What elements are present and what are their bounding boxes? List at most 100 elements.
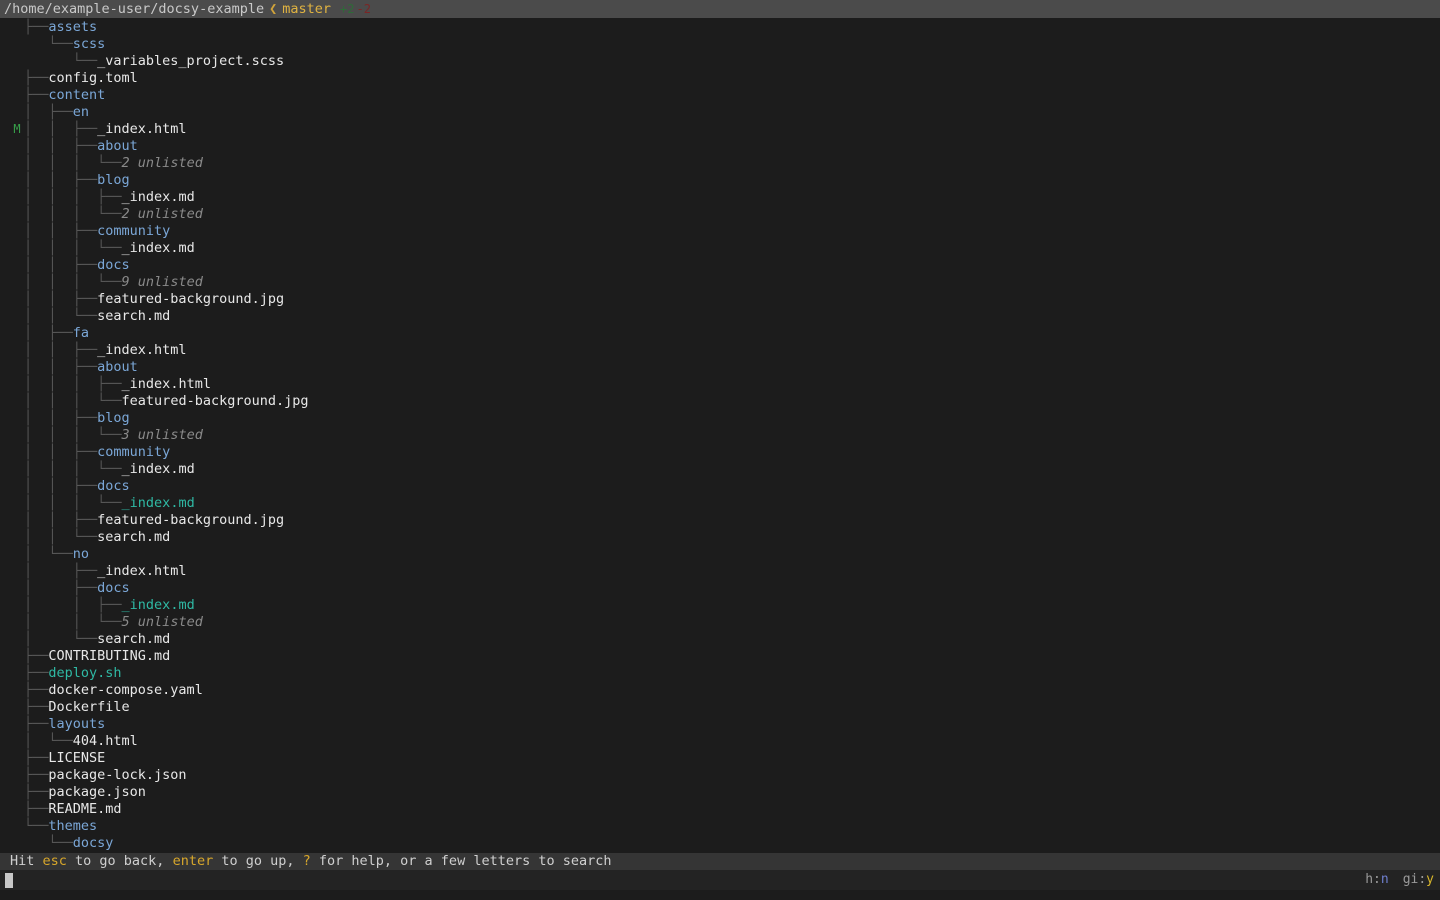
tree-row[interactable]: │ │ ├──docs [0, 478, 1440, 495]
tree-row[interactable]: │ │ ├──about [0, 359, 1440, 376]
tree-row[interactable]: │ │ ├──blog [0, 172, 1440, 189]
tree-file-name[interactable]: _index.md [122, 597, 195, 614]
file-tree[interactable]: ├──assets └──scss └──_variables_project.… [0, 18, 1440, 853]
tree-directory-name[interactable]: no [73, 546, 89, 563]
tree-row[interactable]: └──_variables_project.scss [0, 53, 1440, 70]
gitignore-flag-label[interactable]: gi: [1403, 872, 1426, 887]
tree-directory-name[interactable]: blog [97, 410, 130, 427]
tree-file-name[interactable]: package-lock.json [48, 767, 186, 784]
tree-row[interactable]: │ └──search.md [0, 631, 1440, 648]
tree-file-name[interactable]: 404.html [73, 733, 138, 750]
tree-row[interactable]: │ └──404.html [0, 733, 1440, 750]
tree-file-name[interactable]: _index.html [97, 121, 186, 138]
tree-row[interactable]: │ │ └──search.md [0, 529, 1440, 546]
tree-file-name[interactable]: LICENSE [48, 750, 105, 767]
tree-row[interactable]: │ │ ├──about [0, 138, 1440, 155]
tree-directory-name[interactable]: assets [48, 19, 97, 36]
search-input-bar[interactable]: h:n gi:y [0, 870, 1440, 890]
tree-directory-name[interactable]: docs [97, 257, 130, 274]
tree-unlisted-count[interactable]: 3 unlisted [122, 427, 203, 444]
tree-file-name[interactable]: CONTRIBUTING.md [48, 648, 170, 665]
tree-file-name[interactable]: search.md [97, 308, 170, 325]
tree-row[interactable]: │ ├──_index.html [0, 563, 1440, 580]
tree-row[interactable]: │ │ │ └──3 unlisted [0, 427, 1440, 444]
tree-row[interactable]: │ │ │ └──9 unlisted [0, 274, 1440, 291]
tree-row[interactable]: │ │ ├──_index.html [0, 342, 1440, 359]
tree-file-name[interactable]: search.md [97, 631, 170, 648]
tree-row[interactable]: │ └──no [0, 546, 1440, 563]
tree-file-name[interactable]: _index.html [122, 376, 211, 393]
tree-file-name[interactable]: package.json [48, 784, 146, 801]
tree-row[interactable]: ├──package-lock.json [0, 767, 1440, 784]
tree-row[interactable]: │ │ │ └──_index.md [0, 240, 1440, 257]
tree-row[interactable]: │ │ ├──community [0, 444, 1440, 461]
tree-unlisted-count[interactable]: 2 unlisted [122, 206, 203, 223]
tree-row[interactable]: │ │ ├──blog [0, 410, 1440, 427]
tree-directory-name[interactable]: docsy [73, 835, 114, 852]
tree-directory-name[interactable]: fa [73, 325, 89, 342]
tree-file-name[interactable]: featured-background.jpg [122, 393, 309, 410]
tree-directory-name[interactable]: docs [97, 478, 130, 495]
tree-unlisted-count[interactable]: 2 unlisted [122, 155, 203, 172]
tree-row[interactable]: │ │ │ ├──_index.md [0, 189, 1440, 206]
tree-row[interactable]: ├──layouts [0, 716, 1440, 733]
tree-row[interactable]: ├──CONTRIBUTING.md [0, 648, 1440, 665]
tree-file-name[interactable]: _index.html [97, 563, 186, 580]
tree-row[interactable]: │ │ │ └──2 unlisted [0, 206, 1440, 223]
tree-file-name[interactable]: search.md [97, 529, 170, 546]
tree-row[interactable]: │ │ │ └──_index.md [0, 461, 1440, 478]
tree-unlisted-count[interactable]: 5 unlisted [122, 614, 203, 631]
tree-row[interactable]: ├──Dockerfile [0, 699, 1440, 716]
tree-file-name[interactable]: deploy.sh [48, 665, 121, 682]
hidden-flag-value[interactable]: n [1381, 872, 1389, 887]
tree-file-name[interactable]: _index.html [97, 342, 186, 359]
tree-directory-name[interactable]: blog [97, 172, 130, 189]
tree-row[interactable]: ├──config.toml [0, 70, 1440, 87]
tree-row[interactable]: │ ├──fa [0, 325, 1440, 342]
tree-file-name[interactable]: _index.md [122, 461, 195, 478]
tree-row[interactable]: ├──LICENSE [0, 750, 1440, 767]
tree-file-name[interactable]: Dockerfile [48, 699, 129, 716]
tree-directory-name[interactable]: docs [97, 580, 130, 597]
tree-row[interactable]: └──themes [0, 818, 1440, 835]
tree-row[interactable]: ├──deploy.sh [0, 665, 1440, 682]
tree-row[interactable]: │ │ └──5 unlisted [0, 614, 1440, 631]
tree-file-name[interactable]: featured-background.jpg [97, 512, 284, 529]
tree-file-name[interactable]: featured-background.jpg [97, 291, 284, 308]
hidden-flag-label[interactable]: h: [1365, 872, 1381, 887]
tree-row[interactable]: │ │ ├──featured-background.jpg [0, 512, 1440, 529]
tree-row[interactable]: │ │ ├──docs [0, 257, 1440, 274]
tree-row[interactable]: │ │ │ └──2 unlisted [0, 155, 1440, 172]
tree-file-name[interactable]: config.toml [48, 70, 137, 87]
tree-directory-name[interactable]: en [73, 104, 89, 121]
tree-file-name[interactable]: _index.md [122, 495, 195, 512]
tree-row[interactable]: ├──docker-compose.yaml [0, 682, 1440, 699]
tree-row[interactable]: │ │ └──search.md [0, 308, 1440, 325]
tree-row[interactable]: ├──README.md [0, 801, 1440, 818]
tree-directory-name[interactable]: community [97, 444, 170, 461]
gitignore-flag-value[interactable]: y [1426, 872, 1434, 887]
tree-file-name[interactable]: docker-compose.yaml [48, 682, 202, 699]
tree-unlisted-count[interactable]: 9 unlisted [122, 274, 203, 291]
tree-row[interactable]: M│ │ ├──_index.html [0, 121, 1440, 138]
tree-directory-name[interactable]: community [97, 223, 170, 240]
tree-directory-name[interactable]: about [97, 138, 138, 155]
tree-row[interactable]: │ │ ├──_index.md [0, 597, 1440, 614]
tree-file-name[interactable]: _index.md [122, 189, 195, 206]
tree-directory-name[interactable]: themes [48, 818, 97, 835]
tree-row[interactable]: │ ├──en [0, 104, 1440, 121]
current-path[interactable]: /home/example-user/docsy-example [4, 0, 264, 18]
tree-row[interactable]: │ │ ├──community [0, 223, 1440, 240]
tree-row[interactable]: ├──assets [0, 19, 1440, 36]
tree-row[interactable]: │ │ │ └──_index.md [0, 495, 1440, 512]
tree-directory-name[interactable]: about [97, 359, 138, 376]
tree-directory-name[interactable]: scss [73, 36, 106, 53]
tree-file-name[interactable]: _index.md [122, 240, 195, 257]
tree-row[interactable]: │ │ │ ├──_index.html [0, 376, 1440, 393]
tree-directory-name[interactable]: content [48, 87, 105, 104]
tree-row[interactable]: ├──content [0, 87, 1440, 104]
tree-directory-name[interactable]: layouts [48, 716, 105, 733]
tree-row[interactable]: │ ├──docs [0, 580, 1440, 597]
tree-row[interactable]: │ │ ├──featured-background.jpg [0, 291, 1440, 308]
tree-file-name[interactable]: _variables_project.scss [97, 53, 284, 70]
